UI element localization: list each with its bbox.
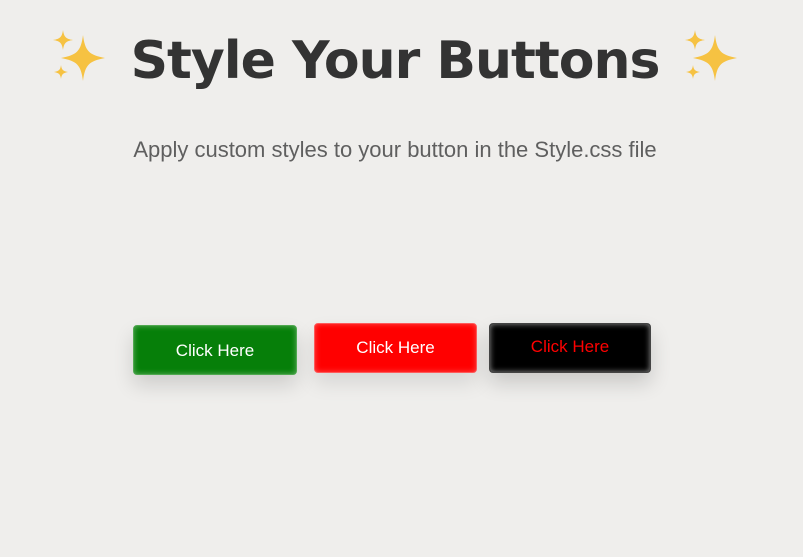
click-here-button-green[interactable]: Click Here xyxy=(133,325,297,375)
sparkles-icon xyxy=(49,27,109,87)
page-subtitle: Apply custom styles to your button in th… xyxy=(133,137,657,162)
sparkles-icon xyxy=(681,27,741,87)
click-here-button-red[interactable]: Click Here xyxy=(314,323,477,373)
page-title-text: Style Your Buttons xyxy=(130,31,661,91)
page-title: Style Your Buttons xyxy=(0,22,790,97)
click-here-button-black[interactable]: Click Here xyxy=(489,323,651,373)
